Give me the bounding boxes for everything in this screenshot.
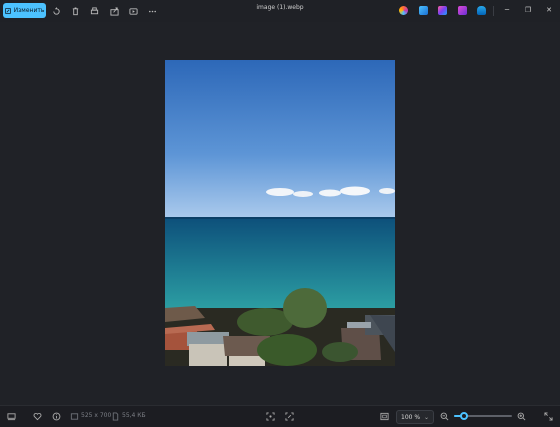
zoom-value: 100 %: [401, 413, 421, 421]
zoom-in-icon[interactable]: [516, 411, 527, 422]
displayed-photo[interactable]: [165, 60, 395, 366]
close-button[interactable]: ✕: [541, 4, 557, 16]
crop-select-icon[interactable]: [265, 411, 276, 422]
favorite-icon[interactable]: [32, 411, 43, 422]
zoom-dropdown[interactable]: 100 % ⌄: [396, 410, 434, 424]
onedrive-icon[interactable]: [477, 6, 486, 15]
window-title: image (1).webp: [256, 4, 304, 11]
fit-to-window-icon[interactable]: [379, 411, 390, 422]
maximize-button[interactable]: ❐: [520, 4, 536, 16]
minimize-button[interactable]: ─: [499, 4, 515, 16]
fullscreen-icon[interactable]: [543, 411, 554, 422]
file-size: 55,4 КБ: [122, 412, 146, 419]
visual-search-icon[interactable]: [284, 411, 295, 422]
seaside-photo: [165, 60, 395, 366]
toolbar-divider: [493, 6, 494, 16]
file-size-icon: [110, 411, 121, 422]
copilot-icon[interactable]: [399, 6, 408, 15]
dimensions-icon: [69, 411, 80, 422]
filmstrip-icon[interactable]: [6, 411, 17, 422]
title-bar: Изменить image (1).webp ─ ❐ ✕: [0, 0, 560, 22]
image-dimensions: 525 x 700: [81, 412, 112, 419]
zoom-out-icon[interactable]: [439, 411, 450, 422]
clipchamp-icon[interactable]: [419, 6, 428, 15]
chevron-down-icon: ⌄: [423, 414, 429, 421]
designer-icon[interactable]: [458, 6, 467, 15]
paint-icon[interactable]: [438, 6, 447, 15]
info-icon[interactable]: [51, 411, 62, 422]
